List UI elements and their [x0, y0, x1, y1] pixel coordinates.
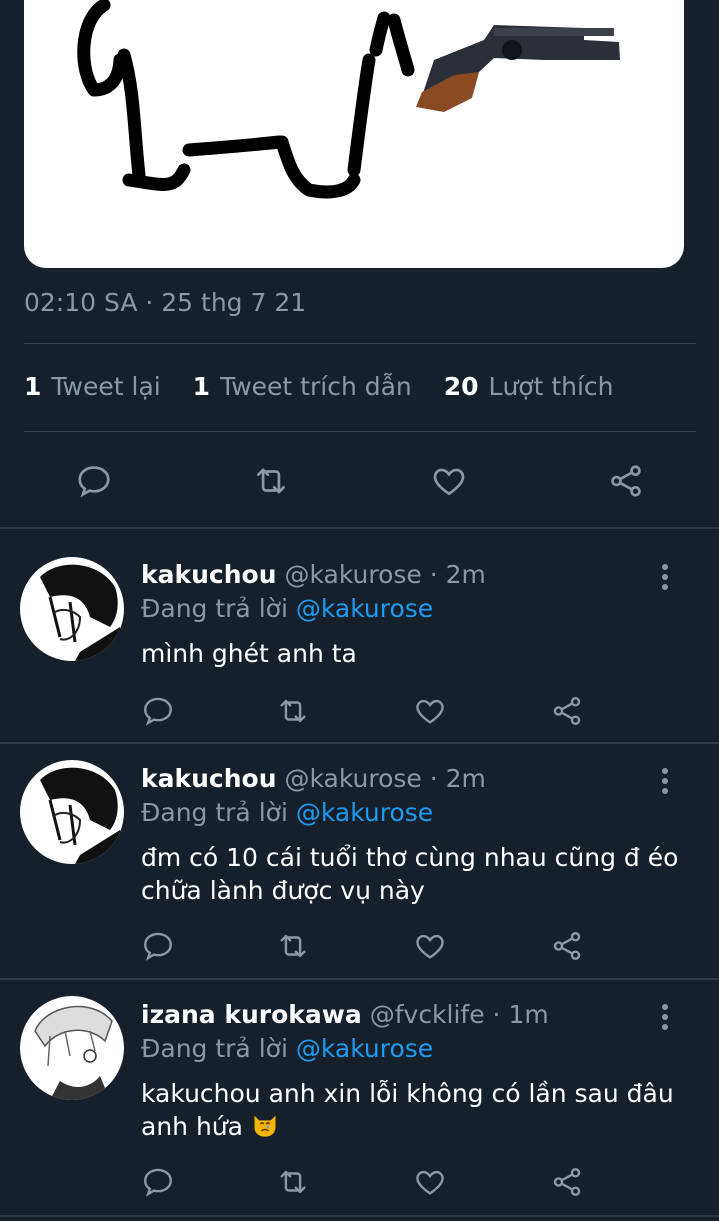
- reply-text: đm có 10 cái tuổi thơ cùng nhau cũng đ é…: [141, 841, 701, 907]
- share-icon[interactable]: [549, 1165, 585, 1199]
- reply-text: kakuchou anh xin lỗi không có lần sau đâ…: [141, 1077, 701, 1143]
- likes-count: 20: [443, 372, 479, 401]
- replying-to: Đang trả lời @kakurose: [141, 594, 433, 623]
- likes-stat[interactable]: 20 Lượt thích: [444, 372, 614, 401]
- like-icon[interactable]: [412, 694, 448, 728]
- reply-tweet[interactable]: izana kurokawa @fvcklife · 1m Đang trả l…: [0, 980, 719, 1221]
- reply-text-line: đm có 10 cái tuổi thơ cùng nhau cũng đ é…: [141, 843, 679, 872]
- crying-cat-emoji-icon: [254, 1115, 276, 1137]
- reply-text: mình ghét anh ta: [141, 639, 357, 668]
- like-icon[interactable]: [412, 929, 448, 963]
- divider: [24, 431, 696, 432]
- quotes-count: 1: [192, 372, 211, 401]
- reply-text-line: kakuchou anh xin lỗi không có lần sau đâ…: [141, 1079, 674, 1108]
- replying-label: Đang trả lời: [141, 798, 288, 827]
- handle-and-time[interactable]: @kakurose · 2m: [284, 764, 485, 793]
- display-name[interactable]: kakuchou: [141, 560, 277, 589]
- share-icon[interactable]: [606, 462, 646, 500]
- tweet-media-image[interactable]: [24, 0, 684, 268]
- reply-icon[interactable]: [141, 694, 175, 728]
- retweets-count: 1: [24, 372, 42, 401]
- divider: [24, 343, 696, 344]
- more-icon[interactable]: [655, 1002, 675, 1032]
- reply-icon[interactable]: [141, 929, 175, 963]
- reply-icon[interactable]: [75, 462, 113, 500]
- reply-text-line-2: anh hứa: [141, 1110, 701, 1143]
- reply-tweet[interactable]: kakuchou @kakurose · 2m Đang trả lời @ka…: [0, 744, 719, 978]
- handle-and-time[interactable]: @fvcklife · 1m: [370, 1000, 549, 1029]
- avatar[interactable]: [20, 760, 124, 864]
- reply-text-line: chữa lành được vụ này: [141, 876, 425, 905]
- likes-label: Lượt thích: [488, 372, 614, 401]
- tweet-stats: 1 Tweet lại 1 Tweet trích dẫn 20 Lượt thích: [24, 372, 638, 401]
- replying-to: Đang trả lời @kakurose: [141, 798, 433, 827]
- quotes-label: Tweet trích dẫn: [220, 372, 412, 401]
- more-icon[interactable]: [655, 562, 675, 592]
- retweet-icon[interactable]: [275, 1165, 311, 1199]
- retweets-stat[interactable]: 1 Tweet lại: [24, 372, 161, 401]
- reply-action-bar: [0, 694, 719, 728]
- replying-label: Đang trả lời: [141, 1034, 288, 1063]
- reply-header: kakuchou @kakurose · 2m: [141, 560, 486, 589]
- reply-header: izana kurokawa @fvcklife · 1m: [141, 1000, 549, 1029]
- avatar[interactable]: [20, 557, 124, 661]
- retweets-label: Tweet lại: [51, 372, 161, 401]
- avatar[interactable]: [20, 996, 124, 1100]
- like-icon[interactable]: [429, 462, 469, 500]
- retweet-icon[interactable]: [275, 694, 311, 728]
- reply-icon[interactable]: [141, 1165, 175, 1199]
- more-icon[interactable]: [655, 766, 675, 796]
- revolver-graphic: [416, 25, 620, 112]
- reply-action-bar: [0, 929, 719, 963]
- display-name[interactable]: izana kurokawa: [141, 1000, 362, 1029]
- reply-tweet[interactable]: kakuchou @kakurose · 2m Đang trả lời @ka…: [0, 529, 719, 742]
- mention-link[interactable]: @kakurose: [296, 1034, 433, 1063]
- display-name[interactable]: kakuchou: [141, 764, 277, 793]
- replying-label: Đang trả lời: [141, 594, 288, 623]
- reply-header: kakuchou @kakurose · 2m: [141, 764, 486, 793]
- tweet-action-bar: [0, 458, 719, 504]
- share-icon[interactable]: [549, 694, 585, 728]
- divider: [0, 1215, 719, 1217]
- replying-to: Đang trả lời @kakurose: [141, 1034, 433, 1063]
- mention-link[interactable]: @kakurose: [296, 594, 433, 623]
- mention-link[interactable]: @kakurose: [296, 798, 433, 827]
- reply-text-line: anh hứa: [141, 1112, 243, 1141]
- retweet-icon[interactable]: [251, 462, 291, 500]
- retweet-icon[interactable]: [275, 929, 311, 963]
- quotes-stat[interactable]: 1 Tweet trích dẫn: [193, 372, 412, 401]
- share-icon[interactable]: [549, 929, 585, 963]
- reply-action-bar: [0, 1165, 719, 1199]
- handle-and-time[interactable]: @kakurose · 2m: [284, 560, 485, 589]
- tweet-timestamp[interactable]: 02:10 SA · 25 thg 7 21: [24, 288, 306, 317]
- like-icon[interactable]: [412, 1165, 448, 1199]
